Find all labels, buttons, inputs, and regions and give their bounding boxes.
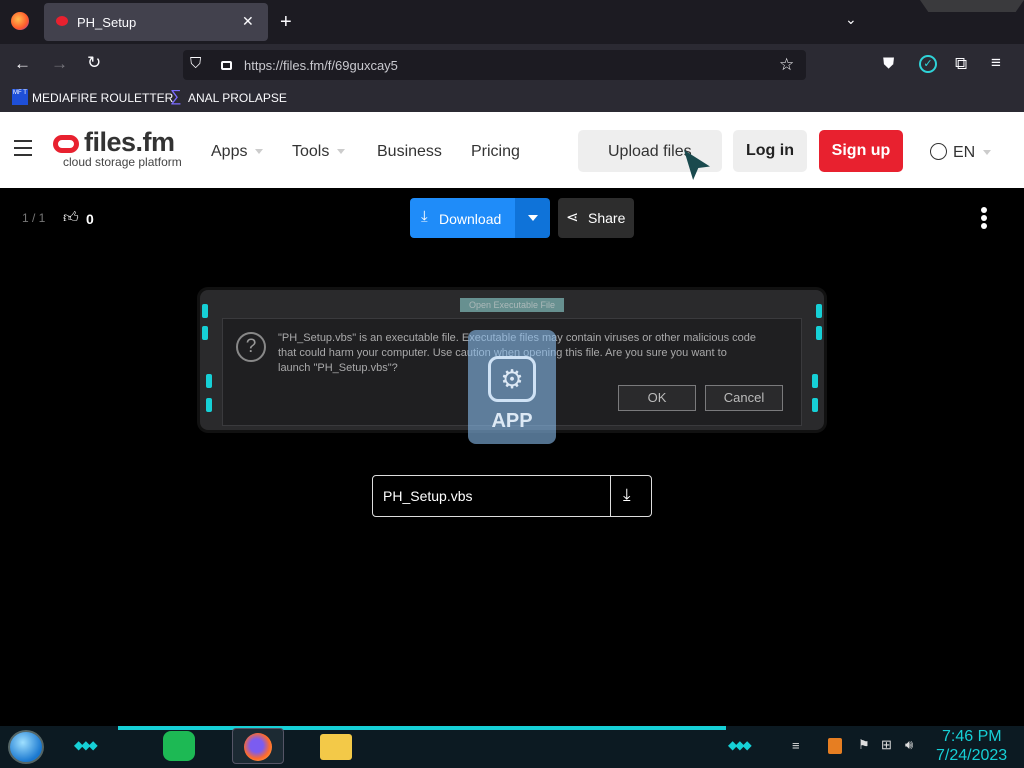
signup-label: Sign up (831, 142, 891, 159)
extensions-puzzle-icon[interactable]: ⧉ (955, 55, 967, 72)
browser-tab-bar: PH_Setup ✕ + ⌄ (0, 0, 1024, 44)
tab-favicon-icon (56, 16, 68, 26)
login-button[interactable]: Log in (733, 130, 807, 172)
filename-download-button[interactable]: ⤓ (610, 476, 651, 516)
java-tray-icon[interactable] (828, 738, 842, 754)
file-type-label: APP (491, 410, 533, 432)
upload-label: Upload files (608, 143, 692, 160)
filename-bar: PH_Setup.vbs ⤓ (372, 475, 652, 517)
hamburger-menu-icon[interactable] (14, 140, 32, 156)
url-bar[interactable]: ⛉ https://files.fm/f/69guxcay5 ☆ (183, 50, 806, 80)
firefox-taskbar-button[interactable] (232, 728, 284, 764)
files-fm-logo[interactable]: files.fm cloud storage platform (52, 127, 188, 172)
app-file-icon: ⚙ APP (468, 330, 556, 444)
question-icon: ? (236, 332, 266, 362)
site-header: files.fm cloud storage platform Apps Too… (0, 112, 1024, 188)
file-viewer (0, 188, 1024, 726)
url-text[interactable]: https://files.fm/f/69guxcay5 (244, 58, 398, 73)
spotify-like-app-icon[interactable] (163, 731, 195, 761)
taskbar-chevrons-right: ◆◆◆ (728, 738, 752, 752)
volume-icon[interactable]: 🔊︎ (905, 737, 913, 753)
language-selector[interactable]: EN (930, 143, 992, 162)
like-count: 0 (86, 211, 94, 227)
firefox-icon (244, 733, 272, 761)
nav-label: Tools (292, 143, 330, 160)
tab-ph-setup[interactable]: PH_Setup ✕ (44, 3, 268, 41)
clock-time[interactable]: 7:46 PM (942, 728, 1002, 746)
cyan-accent (816, 326, 822, 340)
pocket-icon[interactable]: ⛊ (883, 56, 894, 71)
reload-icon[interactable]: ↻ (87, 54, 101, 71)
cyan-accent (812, 398, 818, 412)
download-arrow-icon: ⤓ (421, 208, 428, 225)
signup-button[interactable]: Sign up (819, 130, 903, 172)
cloud-logo-icon (53, 135, 79, 153)
taskbar: ◆◆◆ ◆◆◆ ≡ ⚑ ⊞ 🔊︎ 7:46 PM 7/24/2023 (0, 726, 1024, 768)
new-tab-icon[interactable]: + (280, 12, 292, 32)
download-options-dropdown[interactable] (515, 198, 550, 238)
nav-label: Apps (211, 143, 248, 160)
language-label: EN (953, 144, 976, 161)
nav-business[interactable]: Business (377, 143, 442, 161)
download-button[interactable]: ⤓ Download (410, 198, 515, 238)
share-button[interactable]: ⋖ Share (558, 198, 634, 238)
more-options-icon[interactable] (980, 207, 988, 231)
start-orb-icon[interactable] (8, 730, 44, 764)
login-label: Log in (746, 142, 794, 159)
action-center-flag-icon[interactable]: ⚑ (858, 737, 870, 753)
mediafire-icon: MF T (12, 89, 28, 105)
bookmark-star-icon[interactable]: ☆ (779, 56, 794, 73)
bookmark-label: ANAL PROLAPSE (188, 91, 287, 105)
sigma-icon: ∑ (170, 88, 182, 105)
tab-title: PH_Setup (77, 15, 137, 30)
nav-pricing[interactable]: Pricing (471, 143, 520, 161)
page-counter: 1 / 1 (22, 211, 46, 225)
logo-text: files.fm (84, 127, 175, 157)
nav-apps[interactable]: Apps (211, 143, 264, 161)
hamburger-menu-icon[interactable]: ≡ (991, 54, 1001, 71)
dialog-title: Open Executable File (460, 298, 564, 312)
chevron-down-icon (983, 150, 992, 156)
network-icon[interactable]: ⊞ (881, 737, 892, 753)
window-decoration (920, 0, 1024, 12)
cyan-accent (206, 398, 212, 412)
clock-date[interactable]: 7/24/2023 (936, 747, 1007, 765)
bookmark-label: MEDIAFIRE ROULETTER (32, 91, 174, 105)
forward-arrow-icon[interactable]: → (51, 55, 68, 72)
thumbs-up-icon: 👍︎ (63, 209, 79, 226)
back-arrow-icon[interactable]: ← (14, 55, 31, 72)
bookmarks-bar: MF T MEDIAFIRE ROULETTER ∑ ANAL PROLAPSE (0, 84, 1024, 112)
nav-tools[interactable]: Tools (292, 143, 346, 161)
dialog-ok-button: OK (618, 385, 696, 411)
download-label: Download (439, 211, 502, 227)
cyan-accent (202, 326, 208, 340)
download-arrow-icon: ⤓ (623, 485, 631, 504)
list-tabs-chevron-icon[interactable]: ⌄ (845, 12, 857, 26)
file-explorer-icon[interactable] (320, 734, 352, 760)
shield-icon[interactable]: ⛉ (190, 56, 201, 71)
logo-tagline: cloud storage platform (63, 155, 182, 169)
cyan-accent (206, 374, 212, 388)
cyan-accent (202, 304, 208, 318)
chevron-down-icon (337, 149, 346, 155)
caret-down-icon (528, 215, 538, 221)
share-label: Share (588, 210, 626, 226)
firefox-menu-icon[interactable] (11, 12, 29, 30)
lock-icon[interactable] (221, 61, 232, 70)
dialog-message-line: launch "PH_Setup.vbs"? (278, 362, 398, 374)
chevron-down-icon (255, 149, 264, 155)
globe-icon (930, 143, 947, 160)
share-icon: ⋖ (566, 209, 579, 226)
gear-icon: ⚙ (488, 356, 536, 402)
cyan-accent (816, 304, 822, 318)
taskbar-accent-strip (118, 726, 726, 730)
show-hidden-icons-icon[interactable]: ≡ (792, 738, 800, 753)
dialog-cancel-button: Cancel (705, 385, 783, 411)
cyan-accent (812, 374, 818, 388)
taskbar-chevrons-left: ◆◆◆ (74, 738, 98, 752)
tab-close-icon[interactable]: ✕ (242, 14, 254, 28)
filename-label: PH_Setup.vbs (383, 488, 473, 504)
extension-check-icon[interactable]: ✓ (919, 55, 937, 73)
